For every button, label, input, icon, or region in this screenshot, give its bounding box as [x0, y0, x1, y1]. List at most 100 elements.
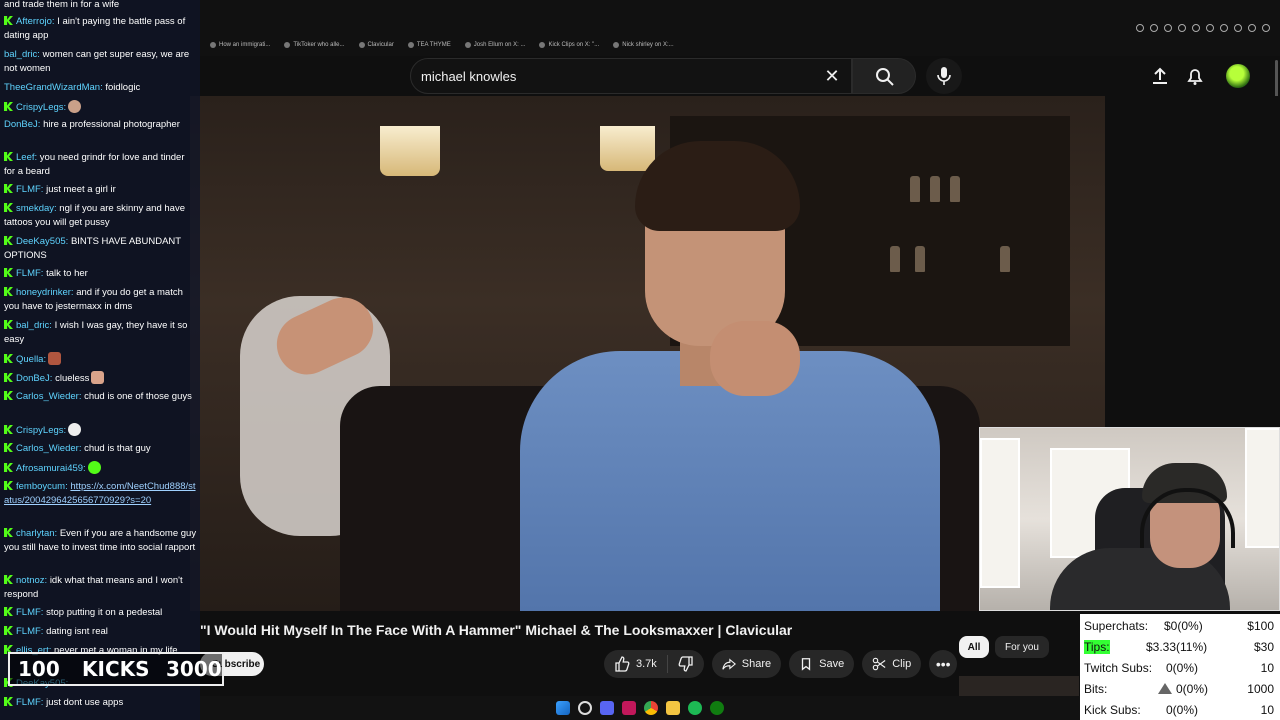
chip-all[interactable]: All [959, 636, 989, 658]
chat-username[interactable]: CrispyLegs: [16, 102, 66, 113]
puzzle-icon[interactable] [1248, 24, 1256, 32]
chat-message: charlytan: Even if you are a handsome gu… [4, 527, 198, 555]
kicks-current: 100 [18, 657, 60, 681]
video-player[interactable] [190, 96, 1105, 611]
chat-username[interactable]: Afrosamurai459: [16, 463, 86, 474]
chat-text: talk to her [46, 268, 88, 279]
chat-username[interactable]: charlytan: [16, 528, 57, 539]
discord-icon[interactable] [600, 701, 614, 715]
search-input[interactable]: michael knowles ✕ [410, 58, 852, 94]
bookmark-item[interactable]: Josh Ellum on X: ... [464, 38, 525, 52]
chat-username[interactable]: FLMF: [16, 184, 43, 195]
bookmark-item[interactable]: TEA THYME [407, 38, 451, 52]
goal-value: 0(0%) [1166, 703, 1199, 717]
bookmark-item[interactable]: How an immigrati... [210, 38, 270, 52]
extension-icon[interactable] [1178, 24, 1186, 32]
chat-message: DonBeJ: hire a professional photographer [4, 118, 198, 132]
windows-taskbar [200, 696, 1080, 720]
chat-username[interactable]: bal_dric: [16, 320, 52, 331]
chat-username[interactable]: FLMF: [16, 268, 43, 279]
kicks-label: KICKS [82, 657, 150, 681]
dislike-button[interactable] [668, 650, 704, 678]
folder-icon[interactable] [666, 701, 680, 715]
search-query[interactable]: michael knowles [421, 69, 516, 84]
chat-username[interactable]: DeeKay505: [16, 236, 68, 247]
play-icon[interactable] [1192, 24, 1200, 32]
bits-icon [1158, 682, 1174, 696]
share-icon [722, 658, 736, 670]
chat-message: CrispyLegs: [4, 423, 198, 438]
chat-username[interactable]: Carlos_Wieder: [16, 391, 81, 402]
chat-message: TheeGrandWizardMan: foidlogic [4, 81, 198, 95]
app-icon[interactable] [622, 701, 636, 715]
bottle [890, 246, 900, 272]
chat-username[interactable]: notnoz: [16, 575, 47, 586]
extension-icon[interactable] [1150, 24, 1158, 32]
chat-message: Carlos_Wieder: chud is one of those guys [4, 390, 198, 404]
window [980, 438, 1020, 588]
like-button[interactable]: 3.7k [604, 650, 667, 678]
chat-text: stop putting it on a pedestal [46, 607, 163, 618]
kick-badge-icon [4, 575, 13, 584]
start-icon[interactable] [556, 701, 570, 715]
chip-for-you[interactable]: For you [995, 636, 1049, 658]
goal-row-bits: Bits: 0(0%) 1000 [1084, 680, 1276, 698]
heart-icon[interactable] [1206, 24, 1214, 32]
chat-username[interactable]: DonBeJ: [4, 119, 40, 130]
voice-search-button[interactable] [926, 58, 962, 94]
profile-icon[interactable] [1262, 24, 1270, 32]
stream-chat: and trade them in for a wife Afterrojo: … [0, 0, 200, 720]
extension-icon[interactable] [1164, 24, 1172, 32]
chat-username[interactable]: Quella: [16, 354, 46, 365]
kick-badge-icon [4, 102, 13, 111]
chat-message: honeydrinker: and if you do get a match … [4, 286, 198, 314]
zoom-icon[interactable] [1136, 24, 1144, 32]
chat-username[interactable]: FLMF: [16, 697, 43, 708]
share-button[interactable]: Share [711, 650, 782, 678]
chat-username[interactable]: bal_dric: [4, 49, 40, 60]
lamp [600, 126, 655, 171]
chat-username[interactable]: Carlos_Wieder: [16, 443, 81, 454]
avatar[interactable] [1226, 64, 1250, 88]
bookmark-item[interactable]: TikToker who alle... [284, 38, 345, 52]
chat-username[interactable]: smekday: [16, 203, 57, 214]
kick-badge-icon [4, 607, 13, 616]
chat-username[interactable]: Afterrojo: [16, 16, 55, 27]
upload-icon[interactable] [1150, 66, 1170, 86]
clear-search-button[interactable]: ✕ [821, 65, 843, 87]
bookmark-icon [802, 658, 811, 671]
bookmark-item[interactable]: Clavicular [358, 38, 394, 52]
kick-badge-icon [4, 152, 13, 161]
chat-username[interactable]: femboycum: [16, 481, 68, 492]
chat-username[interactable]: CrispyLegs: [16, 425, 66, 436]
clip-label: Clip [892, 658, 912, 670]
search-icon[interactable] [578, 701, 592, 715]
kick-badge-icon [4, 236, 13, 245]
bell-icon[interactable] [1185, 66, 1205, 86]
extension-icon[interactable] [1220, 24, 1228, 32]
kicks-goal-overlay: 100 KICKS 3000 [8, 652, 224, 686]
chat-username[interactable]: FLMF: [16, 626, 43, 637]
search-icon [876, 68, 894, 86]
chrome-icon[interactable] [644, 701, 658, 715]
chat-username[interactable]: TheeGrandWizardMan: [4, 82, 103, 93]
search-button[interactable] [852, 58, 916, 94]
spotify-icon[interactable] [688, 701, 702, 715]
bookmark-item[interactable]: Nick shirley on X:... [613, 38, 674, 52]
bookmark-item[interactable]: Kick Clips on X: "... [539, 38, 599, 52]
xbox-icon[interactable] [710, 701, 724, 715]
emote-icon [48, 352, 62, 365]
extension-icon[interactable] [1234, 24, 1242, 32]
save-button[interactable]: Save [789, 650, 855, 678]
chat-username[interactable]: FLMF: [16, 607, 43, 618]
chat-username[interactable]: honeydrinker: [16, 287, 74, 298]
kick-badge-icon [4, 184, 13, 193]
chat-username[interactable]: DonBeJ: [16, 373, 52, 384]
goal-label: Bits: [1084, 682, 1108, 696]
more-actions-button[interactable]: ••• [929, 650, 958, 678]
kick-badge-icon [4, 391, 13, 400]
bottle [930, 176, 940, 202]
chat-message: FLMF: dating isnt real [4, 625, 198, 639]
clip-button[interactable]: Clip [862, 650, 922, 678]
chat-username[interactable]: Leef: [16, 152, 37, 163]
